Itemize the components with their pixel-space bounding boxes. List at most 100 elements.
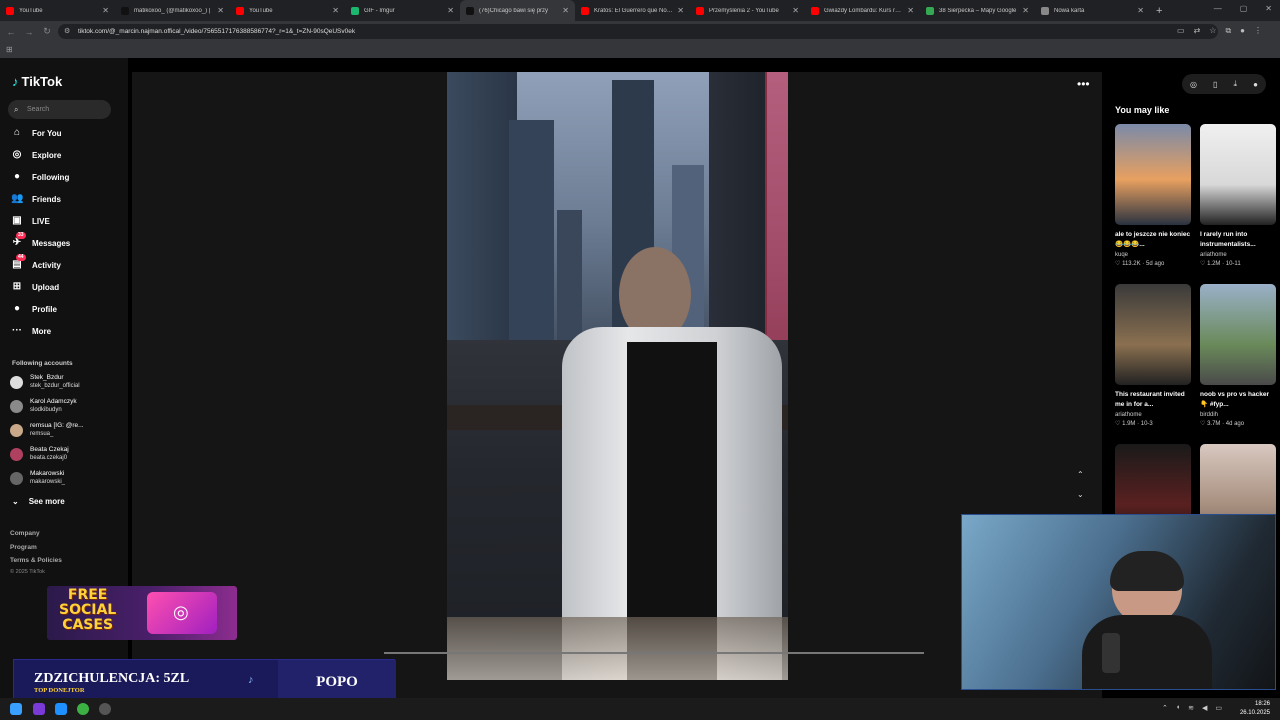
browser-tab[interactable]: YouTube ✕: [0, 0, 115, 21]
browser-tab[interactable]: Przemyślenia 2 - YouTube ✕: [690, 0, 805, 21]
previous-video-icon[interactable]: ⌃: [1077, 470, 1084, 479]
close-tab-icon[interactable]: ✕: [792, 6, 799, 15]
close-tab-icon[interactable]: ✕: [102, 6, 109, 15]
start-icon[interactable]: [10, 703, 22, 715]
apps-grid-icon[interactable]: ⊞: [6, 45, 13, 54]
bookmark-star-icon[interactable]: ☆: [1209, 26, 1216, 36]
translate-icon[interactable]: ⇄: [1194, 26, 1201, 36]
app-icon-3[interactable]: [99, 703, 111, 715]
sidebar-item-friends[interactable]: 👥 Friends: [11, 193, 61, 205]
sidebar-item-label: Profile: [32, 304, 57, 314]
browser-tab[interactable]: Nowa karta ✕: [1035, 0, 1150, 21]
close-window-icon[interactable]: ✕: [1265, 4, 1272, 13]
new-tab-button[interactable]: +: [1156, 5, 1162, 17]
search-input[interactable]: ⌕ Search: [8, 100, 111, 119]
sidebar-item-more[interactable]: ··· More: [11, 325, 51, 337]
site-info-icon[interactable]: ⚙: [64, 24, 70, 39]
video-author[interactable]: kuqe: [1115, 252, 1191, 258]
video-author[interactable]: ariathome: [1115, 412, 1191, 418]
mic-icon[interactable]: ◖: [1176, 704, 1180, 712]
sidebar-item-explore[interactable]: ◎ Explore: [11, 149, 62, 161]
footer-terms-link[interactable]: Terms & Policies: [10, 557, 62, 564]
profile-icon[interactable]: ●: [1240, 26, 1245, 36]
close-tab-icon[interactable]: ✕: [677, 6, 684, 15]
close-tab-icon[interactable]: ✕: [217, 6, 224, 15]
clock[interactable]: 18:26 26.10.2025: [1240, 700, 1270, 718]
close-tab-icon[interactable]: ✕: [907, 6, 914, 15]
app-icon-2[interactable]: [55, 703, 67, 715]
recommended-video-card[interactable]: I rarely run into instrumentalists... ari…: [1200, 124, 1276, 267]
tab-favicon-icon: [1041, 6, 1049, 15]
browser-tab[interactable]: 38 Sierpecka – Mapy Google ✕: [920, 0, 1035, 21]
sidebar-item-profile[interactable]: ● Profile: [11, 303, 57, 315]
video-author[interactable]: birddih: [1200, 412, 1276, 418]
compass-icon[interactable]: ◎: [1190, 80, 1197, 89]
following-account[interactable]: Beata Czekaj beata.czekaj0: [10, 446, 69, 462]
back-icon[interactable]: ←: [4, 27, 18, 37]
wifi-icon[interactable]: ≋: [1188, 704, 1194, 712]
video-thumbnail[interactable]: [1115, 284, 1191, 385]
next-video-icon[interactable]: ⌄: [1077, 490, 1084, 499]
footer-program-link[interactable]: Program: [10, 544, 37, 551]
close-tab-icon[interactable]: ✕: [1137, 6, 1144, 15]
mobile-icon[interactable]: ▯: [1213, 80, 1217, 89]
sidebar-item-activity[interactable]: ▤ 44 Activity: [11, 254, 61, 271]
maximize-icon[interactable]: ▢: [1240, 4, 1248, 13]
user-avatar-icon[interactable]: ●: [1253, 80, 1258, 89]
chrome-icon[interactable]: [77, 703, 89, 715]
browser-tab[interactable]: GIF - Imgur ✕: [345, 0, 460, 21]
video-progress-bar[interactable]: [384, 652, 924, 654]
sidebar-item-live[interactable]: ▣ LIVE: [11, 215, 50, 227]
more-options-icon[interactable]: •••: [1077, 77, 1090, 91]
close-tab-icon[interactable]: ✕: [447, 6, 454, 15]
bookmarks-bar: ⊞: [0, 42, 1280, 58]
following-account[interactable]: Makarowski makarowski_: [10, 470, 65, 486]
volume-icon[interactable]: ◀: [1202, 704, 1207, 712]
compass-icon: ◎: [12, 149, 22, 160]
account-handle: slodkibudyn: [30, 407, 62, 413]
forward-icon[interactable]: →: [22, 27, 36, 37]
browser-tab[interactable]: matikoxoo_ (@matikoxoo_) | ✕: [115, 0, 230, 21]
following-account[interactable]: remsua [IG: @re... remsua_: [10, 422, 84, 438]
browser-tab[interactable]: YouTube ✕: [230, 0, 345, 21]
video-thumbnail[interactable]: [1200, 284, 1276, 385]
browser-tab[interactable]: Kratos: El Guerrero que No Es ✕: [575, 0, 690, 21]
extensions-icon[interactable]: ⧉: [1225, 26, 1231, 36]
tab-favicon-icon: [466, 6, 474, 15]
promo-line-1: FREE: [67, 587, 108, 603]
recommended-video-card[interactable]: noob vs pro vs hacker 👇 #fyp... birddih ♡ …: [1200, 284, 1276, 427]
close-tab-icon[interactable]: ✕: [562, 6, 569, 15]
reload-icon[interactable]: ↻: [40, 26, 54, 37]
minimize-icon[interactable]: —: [1214, 4, 1222, 13]
video-age: 10-11: [1225, 261, 1241, 267]
video-thumbnail[interactable]: [1115, 124, 1191, 225]
video-author[interactable]: ariathome: [1200, 252, 1276, 258]
video-thumbnail[interactable]: [1200, 124, 1276, 225]
footer-company-link[interactable]: Company: [10, 530, 40, 537]
recommended-video-card[interactable]: ale to jeszcze nie koniec 😂😂😂... kuqe ♡ 11…: [1115, 124, 1191, 267]
recommended-video-card[interactable]: This restaurant invited me in for a... ar…: [1115, 284, 1191, 427]
video-player[interactable]: [447, 72, 788, 680]
following-account[interactable]: Stek_Bzdur stek_bzdur_official: [10, 374, 80, 390]
battery-icon[interactable]: ▭: [1215, 704, 1222, 712]
sidebar-item-upload[interactable]: ⊞ Upload: [11, 281, 59, 293]
menu-icon[interactable]: ⋮: [1254, 26, 1262, 36]
browser-tab[interactable]: (76)Chicago bawi się przy ✕: [460, 0, 575, 21]
tab-favicon-icon: [811, 6, 819, 15]
app-icon-1[interactable]: [33, 703, 45, 715]
url-text: tiktok.com/@_marcin.najman.offical_/vide…: [78, 28, 356, 35]
browser-tab[interactable]: Gwiazdy Lombardu: Kurs rgbc ✕: [805, 0, 920, 21]
sidebar-item-messages[interactable]: ✈ 33 Messages: [11, 232, 70, 249]
tiktok-logo[interactable]: ♪ TikTok: [12, 74, 62, 89]
address-bar[interactable]: ⚙ tiktok.com/@_marcin.najman.offical_/vi…: [58, 24, 1218, 39]
download-icon[interactable]: ⤓: [1234, 79, 1238, 89]
chevron-up-icon[interactable]: ⌃: [1162, 704, 1168, 712]
following-account[interactable]: Karol Adamczyk slodkibudyn: [10, 398, 77, 414]
sidebar-item-following[interactable]: ● Following: [11, 171, 69, 183]
sidebar-item-for-you[interactable]: ⌂ For You: [11, 127, 62, 139]
close-tab-icon[interactable]: ✕: [332, 6, 339, 15]
video-caption: I rarely run into instrumentalists...: [1200, 231, 1256, 248]
cast-icon[interactable]: ▭: [1177, 26, 1185, 36]
close-tab-icon[interactable]: ✕: [1022, 6, 1029, 15]
see-more-button[interactable]: ⌄ See more: [12, 497, 65, 506]
